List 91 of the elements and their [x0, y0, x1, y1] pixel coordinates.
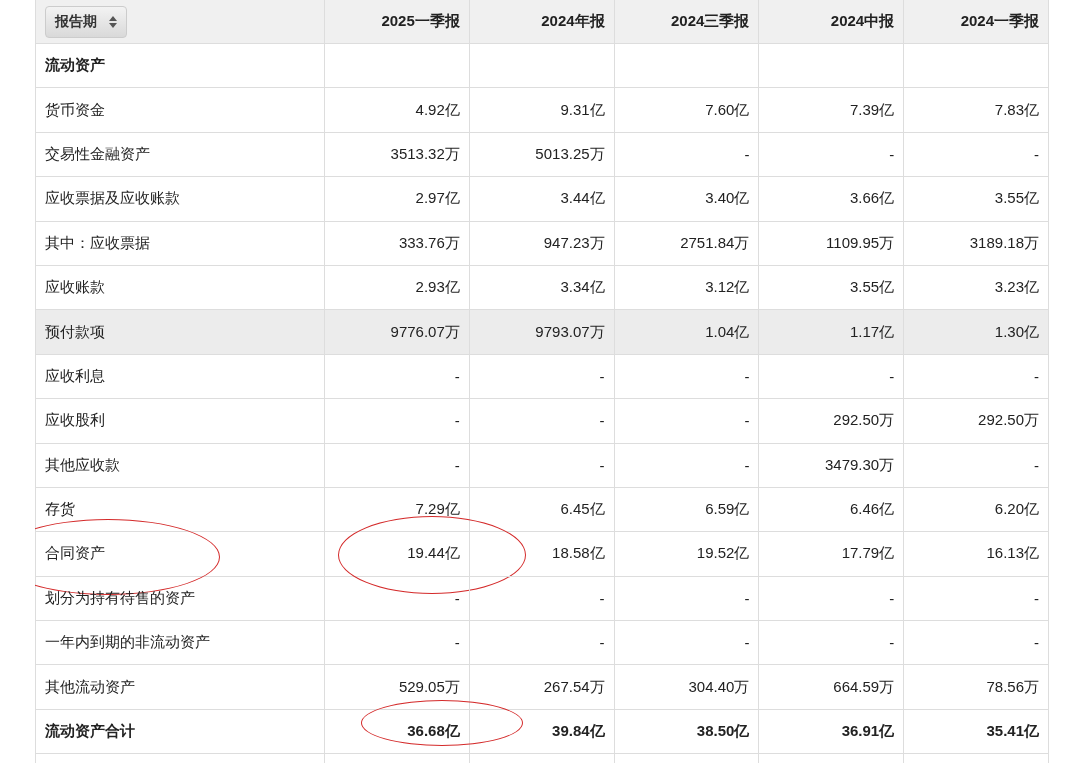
table-cell: 304.40万: [614, 665, 760, 710]
row-label: 应收票据及应收账款: [36, 177, 325, 222]
table-cell: 36.91亿: [759, 709, 905, 755]
table-cell: -: [469, 354, 615, 400]
table-cell: -: [614, 443, 760, 488]
table-cell: -: [614, 354, 760, 400]
table-cell: -: [759, 354, 905, 400]
table-cell: 38.50亿: [614, 709, 760, 755]
table-cell: 18.58亿: [469, 532, 615, 577]
table-cell: 1.30亿: [904, 310, 1049, 355]
table-cell: 36.68亿: [325, 709, 470, 755]
table-cell: 9.31亿: [469, 88, 615, 133]
table-cell: 292.50万: [904, 399, 1049, 444]
table-cell: 7.39亿: [759, 88, 905, 133]
table-cell: 19.44亿: [325, 532, 470, 577]
table-cell: 3479.30万: [759, 443, 905, 488]
table-cell: -: [759, 621, 905, 666]
table-cell: 7.29亿: [325, 487, 470, 533]
table-cell: 6.20亿: [904, 487, 1049, 533]
table-cell: -: [614, 399, 760, 444]
table-cell: -: [904, 621, 1049, 666]
table-cell: 9776.07万: [325, 310, 470, 355]
row-label: 流动资产: [36, 44, 325, 89]
table-cell: 6.46亿: [759, 487, 905, 533]
table-cell: 35.41亿: [904, 709, 1049, 755]
row-label: 存货: [36, 487, 325, 533]
table-cell: 78.56万: [904, 665, 1049, 710]
table-cell: 267.54万: [469, 665, 615, 710]
table-cell: -: [469, 576, 615, 622]
table-cell: 1.04亿: [614, 310, 760, 355]
table-cell: -: [469, 621, 615, 666]
table-cell: 3.66亿: [759, 177, 905, 222]
row-label: 一年内到期的非流动资产: [36, 621, 325, 666]
table-cell: 3513.32万: [325, 132, 470, 178]
table-cell: 16.13亿: [904, 532, 1049, 577]
table-cell: 5013.25万: [469, 132, 615, 178]
table-cell: -: [325, 576, 470, 622]
table-cell: 17.79亿: [759, 532, 905, 577]
table-cell: 2751.84万: [614, 221, 760, 266]
table-cell: 664.59万: [759, 665, 905, 710]
table-cell: 9793.07万: [469, 310, 615, 355]
table-cell: -: [614, 576, 760, 622]
table-cell: -: [759, 132, 905, 178]
table-cell: -: [325, 399, 470, 444]
table-cell: -: [614, 132, 760, 178]
table-cell: -: [469, 399, 615, 444]
table-cell: 19.52亿: [614, 532, 760, 577]
table-cell: -: [325, 443, 470, 488]
column-header[interactable]: 2024一季报: [904, 0, 1049, 44]
row-label: 交易性金融资产: [36, 132, 325, 178]
table-cell: 2.97亿: [325, 177, 470, 222]
table-cell: 529.05万: [325, 665, 470, 710]
table-cell: 1109.95万: [759, 221, 905, 266]
table-cell: 7.60亿: [614, 88, 760, 133]
table-cell: 292.50万: [759, 399, 905, 444]
row-label: 应收利息: [36, 354, 325, 400]
table-cell: 3.40亿: [614, 177, 760, 222]
row-label: 货币资金: [36, 88, 325, 133]
column-header[interactable]: 2025一季报: [325, 0, 470, 44]
table-cell: 7.83亿: [904, 88, 1049, 133]
table-cell: -: [904, 443, 1049, 488]
table-cell: -: [469, 443, 615, 488]
row-label: 其中：应收票据: [36, 221, 325, 266]
table-cell: 333.76万: [325, 221, 470, 266]
row-label: 预付款项: [36, 310, 325, 355]
table-cell: -: [904, 354, 1049, 400]
column-header[interactable]: 2024年报: [469, 0, 615, 44]
table-cell: 6.59亿: [614, 487, 760, 533]
column-header[interactable]: 2024中报: [759, 0, 905, 44]
table-cell: 947.23万: [469, 221, 615, 266]
table-cell: -: [614, 621, 760, 666]
table-cell: -: [904, 576, 1049, 622]
table-cell: 3189.18万: [904, 221, 1049, 266]
table-cell: -: [325, 621, 470, 666]
table-cell: 6.45亿: [469, 487, 615, 533]
table-cell: 3.44亿: [469, 177, 615, 222]
table-cell: 3.55亿: [904, 177, 1049, 222]
sort-arrows-icon: [109, 15, 117, 28]
row-label: 流动资产合计: [36, 709, 325, 755]
table-cell: 4.92亿: [325, 88, 470, 133]
column-header[interactable]: 2024三季报: [614, 0, 760, 44]
table-cell: 1.17亿: [759, 310, 905, 355]
table-cell: -: [759, 576, 905, 622]
row-label: 合同资产: [36, 532, 325, 577]
row-label: 其他流动资产: [36, 665, 325, 710]
table-cell: -: [325, 354, 470, 400]
table-cell: 39.84亿: [469, 709, 615, 755]
row-label: 应收股利: [36, 399, 325, 444]
table-cell: -: [904, 132, 1049, 178]
period-sort-button[interactable]: 报告期: [45, 5, 127, 38]
row-label: 其他应收款: [36, 443, 325, 488]
